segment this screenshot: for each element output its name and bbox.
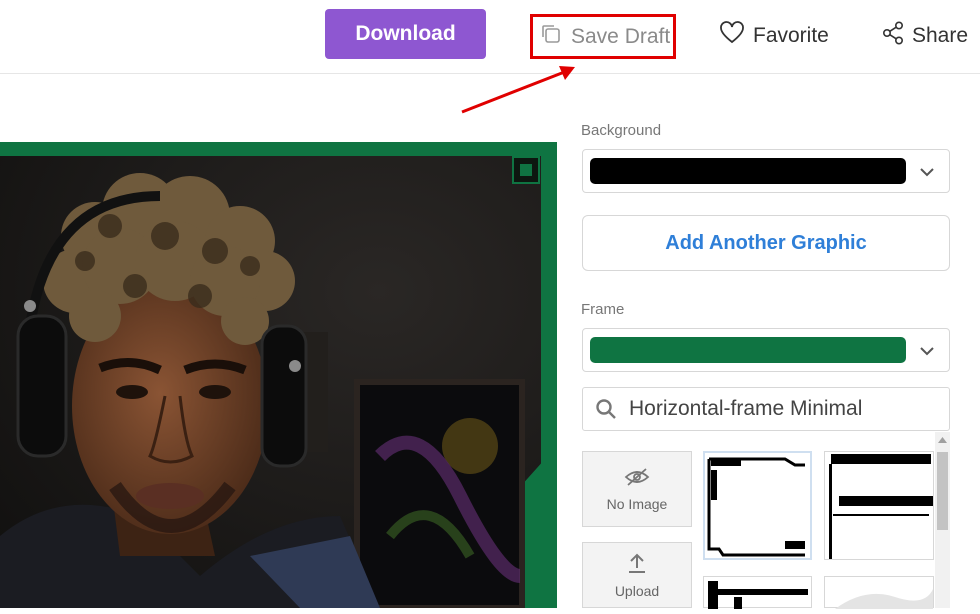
no-image-option[interactable]: No Image (582, 451, 692, 527)
add-another-graphic-button[interactable]: Add Another Graphic (582, 215, 950, 271)
no-image-label: No Image (606, 495, 668, 512)
background-color-select[interactable] (582, 149, 950, 193)
upload-icon (627, 552, 647, 577)
favorite-button[interactable]: Favorite (719, 16, 829, 56)
upload-label: Upload (614, 582, 660, 599)
copy-icon (539, 22, 571, 52)
frame-thumbnail[interactable] (703, 576, 812, 609)
portrait-photo (0, 156, 541, 608)
upload-option[interactable]: Upload (582, 542, 692, 608)
share-button[interactable]: Share (882, 16, 968, 56)
options-scroll-thumb[interactable] (937, 452, 948, 530)
background-swatch (590, 158, 906, 184)
frame-thumbnail[interactable] (824, 576, 934, 609)
frame-search[interactable] (582, 387, 950, 431)
frame-swatch (590, 337, 906, 363)
chevron-down-icon (920, 168, 934, 177)
share-icon (882, 21, 912, 51)
download-button[interactable]: Download (325, 9, 486, 59)
background-label: Background (581, 122, 662, 139)
search-icon (595, 398, 617, 420)
save-draft-label: Save Draft (571, 24, 671, 48)
design-canvas[interactable] (0, 142, 557, 608)
frame-corner-accent (512, 156, 540, 184)
annotation-arrow (461, 66, 575, 114)
share-label: Share (912, 24, 969, 47)
frame-label: Frame (581, 301, 625, 318)
chevron-down-icon (920, 347, 934, 356)
frame-search-input[interactable] (627, 396, 931, 422)
frame-thumbnail[interactable] (824, 451, 934, 560)
favorite-label: Favorite (753, 24, 829, 47)
scroll-up-icon[interactable] (937, 435, 948, 445)
heart-icon (719, 21, 753, 51)
eye-off-icon (624, 467, 650, 490)
frame-color-select[interactable] (582, 328, 950, 372)
frame-thumbnail-selected[interactable] (703, 451, 812, 560)
save-draft-button[interactable]: Save Draft (530, 14, 676, 59)
